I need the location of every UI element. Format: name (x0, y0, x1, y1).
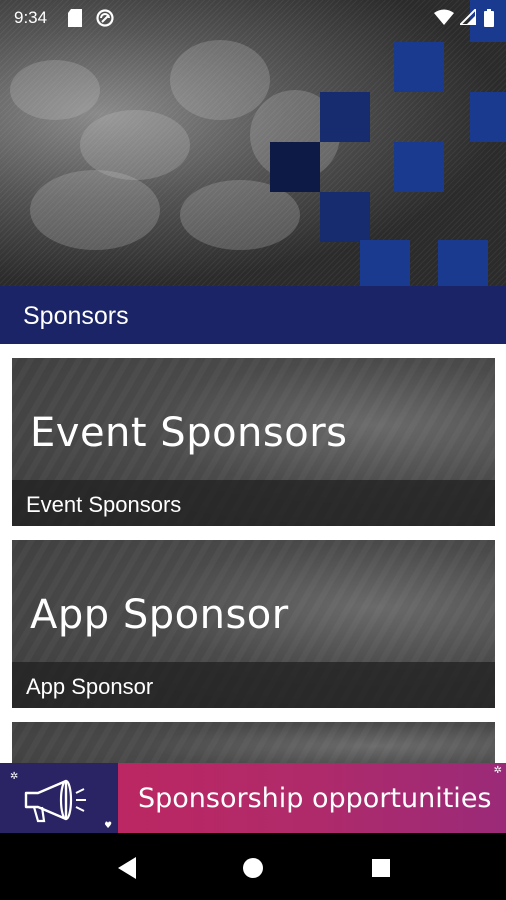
battery-icon (484, 9, 494, 32)
back-icon[interactable] (112, 853, 142, 883)
sparkle-icon: ✲ (10, 771, 19, 782)
status-time: 9:34 (14, 8, 48, 27)
sparkle-icon: ✲ (493, 765, 502, 776)
sd-card-icon (68, 9, 82, 32)
card-overlay-title: App Sponsor (30, 592, 289, 638)
card-footer: Event Sponsors (12, 480, 495, 526)
app-title-bar: Sponsors (0, 286, 506, 344)
card-label: Event Sponsors (26, 492, 182, 517)
system-nav-bar (0, 833, 506, 900)
card-overlay-title: Event Sponsors (30, 410, 348, 456)
card-footer: App Sponsor (12, 662, 495, 708)
home-icon[interactable] (238, 853, 268, 883)
wifi-icon (434, 9, 454, 30)
banner-text: Sponsorship opportunities (138, 783, 492, 814)
page-title: Sponsors (23, 302, 129, 330)
card-label: App Sponsor (26, 674, 154, 699)
sponsors-screen: 9:34 Sponsors Event Sponsors Event Spons… (0, 0, 506, 900)
app-sponsor-card[interactable]: App Sponsor App Sponsor (12, 540, 495, 708)
signal-icon (457, 6, 477, 30)
status-bar: 9:34 (0, 0, 506, 36)
recents-icon[interactable] (366, 853, 396, 883)
megaphone-icon (22, 777, 90, 828)
header-image (0, 0, 506, 286)
sync-icon (96, 9, 114, 32)
banner-notch (100, 763, 118, 833)
event-sponsors-card[interactable]: Event Sponsors Event Sponsors (12, 358, 495, 526)
sponsorship-banner[interactable]: ✲ ♥ Sponsorship opportunities ✲ (0, 763, 506, 833)
